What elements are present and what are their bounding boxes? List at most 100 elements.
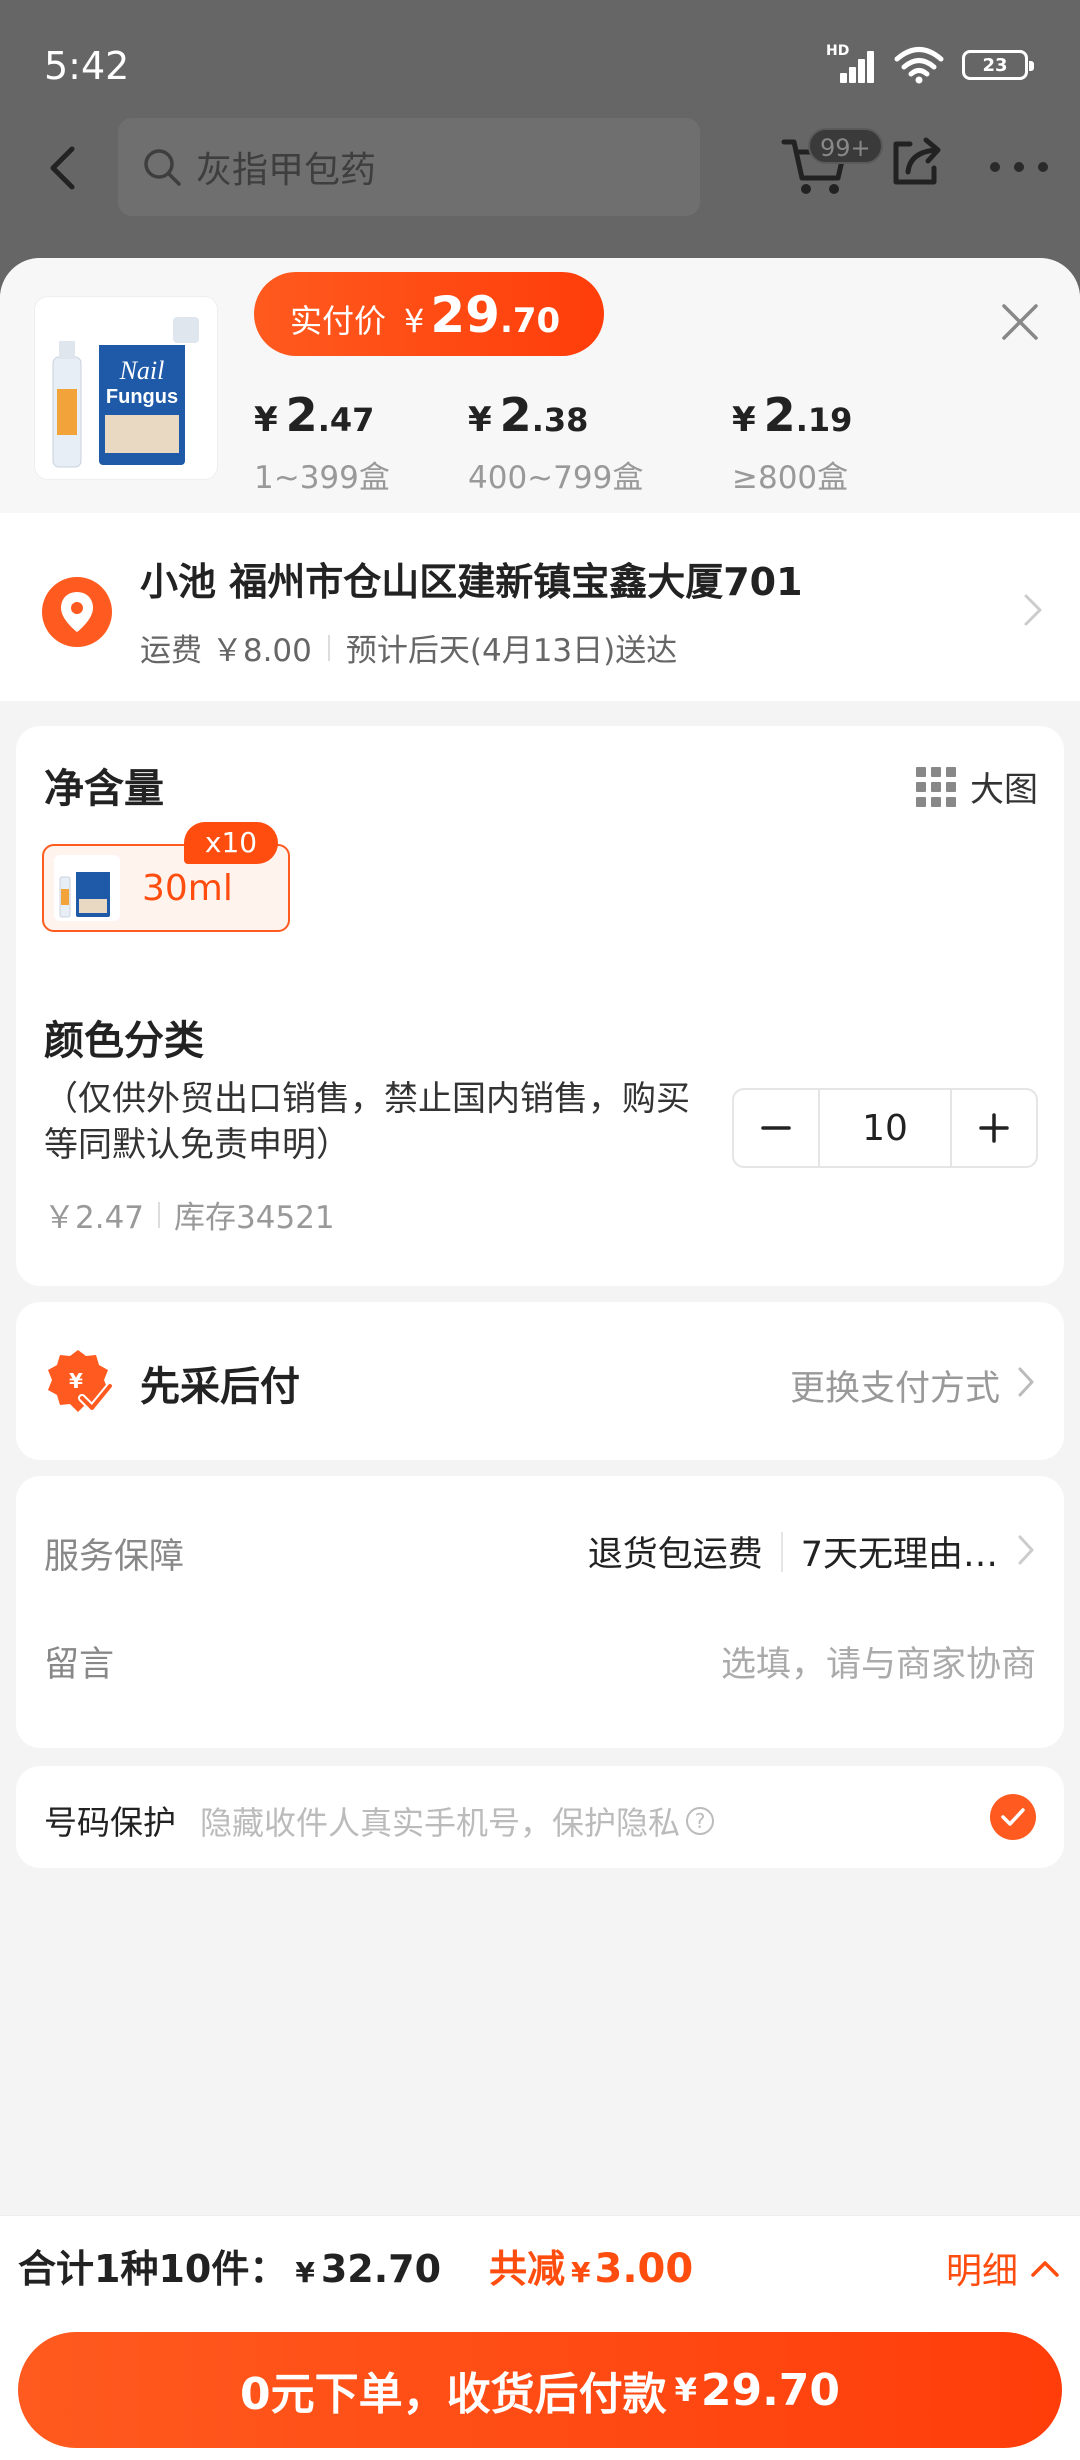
tier-price-dec: .38 [531, 401, 589, 439]
privacy-desc: 隐藏收件人真实手机号，保护隐私 ? [200, 1798, 715, 1844]
quantity-input[interactable]: 10 [818, 1090, 952, 1166]
submit-order-button[interactable]: 0元下单，收货后付款 ¥ 29.70 [18, 2332, 1062, 2448]
back-button[interactable] [40, 140, 84, 196]
tier-price-dec: .19 [795, 401, 853, 439]
real-price-label: 实付价 [290, 302, 387, 340]
checkout-bar: 合计1种10件： ¥ 32.70 共减 ¥ 3.00 明细 0元下单，收货后付款… [0, 2215, 1080, 2460]
tier-price-int: 2 [499, 388, 532, 442]
product-thumbnail[interactable]: Nail Fungus [34, 296, 218, 480]
discount-amount: 3.00 [594, 2246, 694, 2292]
color-category-desc: （仅供外贸出口销售，禁止国内销售，购买等同默认免责申明） [44, 1079, 690, 1165]
tier-price-dec: .47 [317, 401, 375, 439]
signal-icon: HD [826, 43, 876, 83]
increase-button[interactable] [952, 1090, 1036, 1166]
privacy-card: 号码保护 隐藏收件人真实手机号，保护隐私 ? [16, 1766, 1064, 1868]
service-label: 服务保障 [44, 1537, 185, 1577]
address-line: 小池 福州市仓山区建新镇宝鑫大厦701 [140, 560, 803, 604]
tier-price-int: 2 [285, 388, 318, 442]
service-7day: 7天无理由… [800, 1535, 998, 1575]
tier-price-int: 2 [763, 388, 796, 442]
product-image: Nail Fungus [35, 297, 217, 479]
net-content-title: 净含量 [44, 766, 164, 812]
discount-label: 共减 [489, 2247, 566, 2291]
order-total: 合计1种10件： ¥ 32.70 共减 ¥ 3.00 [18, 2238, 693, 2293]
payment-card[interactable]: ¥ 先采后付 更换支付方式 [16, 1302, 1064, 1460]
cart-badge: 99+ [808, 128, 883, 164]
product-brand-line2: Fungus [106, 386, 178, 408]
tier-range: ≥800盒 [732, 460, 849, 496]
big-image-toggle[interactable]: 大图 [916, 762, 1038, 811]
network-badge: HD [826, 43, 850, 59]
privacy-desc-text: 隐藏收件人真实手机号，保护隐私 [200, 1804, 681, 1842]
spec-card: 净含量 大图 30ml x10 颜色分类 （仅供外贸出口销售，禁止国内销售，购买… [16, 726, 1064, 1286]
service-free-return: 退货包运费 [587, 1535, 763, 1575]
back-arrow-icon [50, 146, 75, 190]
real-price-dec: .70 [499, 301, 561, 341]
detail-label: 明细 [945, 2251, 1018, 2292]
payment-title: 先采后付 [140, 1364, 300, 1410]
tier-currency: ¥ [468, 400, 492, 440]
discount-currency: ¥ [571, 2256, 591, 2289]
status-icons: HD 23 [826, 43, 1034, 84]
delivery-info: 运费 ￥8.00 预计后天(4月13日)送达 [140, 625, 677, 670]
privacy-checkbox[interactable] [990, 1794, 1036, 1840]
total-currency: ¥ [295, 2256, 315, 2289]
total-label: 合计1种10件： [18, 2247, 288, 2291]
stock-count: 库存34521 [174, 1200, 335, 1236]
search-bar[interactable]: 灰指甲包药 [118, 118, 700, 216]
chevron-right-icon [1018, 1367, 1034, 1397]
more-icon[interactable] [990, 162, 1048, 176]
change-payment-link[interactable]: 更换支付方式 [790, 1360, 1000, 1411]
service-card: 服务保障 退货包运费 7天无理由… 留言 选填，请与商家协商 [16, 1476, 1064, 1748]
tier-range: 1~399盒 [254, 460, 390, 496]
submit-currency: ¥ [674, 2371, 697, 2409]
shipping-fee: 运费 ￥8.00 [140, 633, 312, 669]
wifi-icon [894, 47, 944, 84]
delivery-eta: 预计后天(4月13日)送达 [345, 633, 678, 669]
detail-toggle[interactable]: 明细 [946, 2242, 1060, 2294]
order-sheet: Nail Fungus 实付价 ¥ 29 .70 ¥2.47 1~399盒 ¥2… [0, 258, 1080, 2460]
decrease-button[interactable] [734, 1090, 818, 1166]
search-icon [144, 149, 181, 186]
option-thumbnail [54, 855, 120, 921]
option-label: 30ml [142, 867, 233, 909]
real-price-currency: ¥ [404, 302, 425, 340]
close-icon[interactable] [996, 298, 1044, 346]
price-tier: ¥2.47 1~399盒 [254, 388, 390, 497]
top-nav: 灰指甲包药 99+ [0, 118, 1080, 218]
message-input[interactable]: 选填，请与商家协商 [721, 1636, 1036, 1687]
quantity-stepper: 10 [732, 1088, 1038, 1168]
price-stock: ￥2.47 库存34521 [44, 1192, 335, 1237]
share-icon[interactable] [888, 134, 944, 190]
product-header: Nail Fungus 实付价 ¥ 29 .70 ¥2.47 1~399盒 ¥2… [0, 258, 1080, 513]
total-amount: 32.70 [320, 2247, 442, 2291]
message-label: 留言 [44, 1645, 115, 1685]
battery-icon: 23 [962, 50, 1034, 80]
color-category-title: 颜色分类 [44, 1018, 204, 1064]
submit-label: 0元下单，收货后付款 [239, 2369, 667, 2420]
minus-icon [761, 1126, 791, 1130]
price-tier: ¥2.38 400~799盒 [468, 388, 643, 497]
big-image-label: 大图 [970, 770, 1038, 810]
submit-amount: 29.70 [700, 2364, 841, 2416]
grid-icon [916, 766, 956, 807]
search-placeholder: 灰指甲包药 [196, 150, 377, 191]
chevron-right-icon [1024, 594, 1042, 626]
location-pin-icon [42, 577, 112, 647]
svg-text:¥: ¥ [69, 1369, 83, 1393]
unit-price: ￥2.47 [44, 1200, 145, 1236]
tier-range: 400~799盒 [468, 460, 644, 496]
help-icon[interactable]: ? [686, 1807, 715, 1835]
tier-currency: ¥ [254, 400, 278, 440]
privacy-label: 号码保护 [44, 1803, 176, 1842]
plus-icon [979, 1113, 1009, 1143]
address-card[interactable]: 小池 福州市仓山区建新镇宝鑫大厦701 运费 ￥8.00 预计后天(4月13日)… [0, 513, 1080, 701]
option-quantity-badge: x10 [184, 822, 278, 864]
battery-level: 23 [982, 54, 1008, 76]
pay-later-icon: ¥ [48, 1350, 114, 1412]
status-time: 5:42 [44, 44, 130, 88]
product-brand-line1: Nail [119, 356, 165, 385]
chevron-up-icon [1031, 2261, 1059, 2277]
service-values[interactable]: 退货包运费 7天无理由… [588, 1526, 998, 1577]
chevron-right-icon [1018, 1535, 1034, 1565]
